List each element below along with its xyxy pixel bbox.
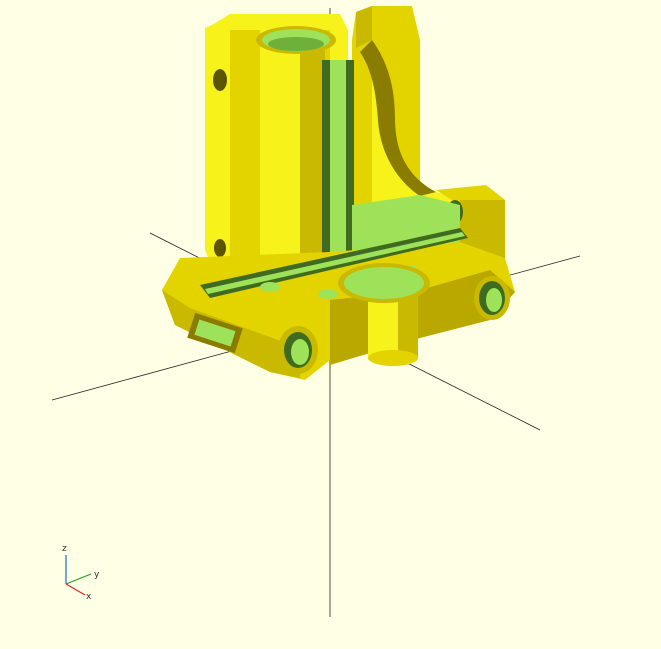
housing-cylinder-shade bbox=[300, 30, 325, 270]
render-canvas[interactable]: z y x bbox=[0, 0, 661, 649]
center-boss-bottom bbox=[368, 350, 418, 366]
axis-z-label: z bbox=[62, 544, 67, 554]
right-end-hole-inner bbox=[486, 288, 502, 312]
base-hole-1 bbox=[260, 282, 280, 292]
axis-y-label: y bbox=[94, 570, 100, 580]
housing-bore-inner bbox=[268, 37, 324, 51]
center-boss-bore bbox=[344, 267, 424, 299]
base-hole-2 bbox=[318, 289, 338, 299]
housing-screw-hole-bottom bbox=[214, 239, 226, 257]
axis-x-label: x bbox=[86, 592, 92, 602]
housing-screw-hole-top bbox=[213, 69, 227, 91]
3d-viewport[interactable]: z y x bbox=[0, 0, 661, 649]
left-end-hole-inner bbox=[291, 339, 309, 365]
housing-slot-inner bbox=[330, 60, 346, 270]
